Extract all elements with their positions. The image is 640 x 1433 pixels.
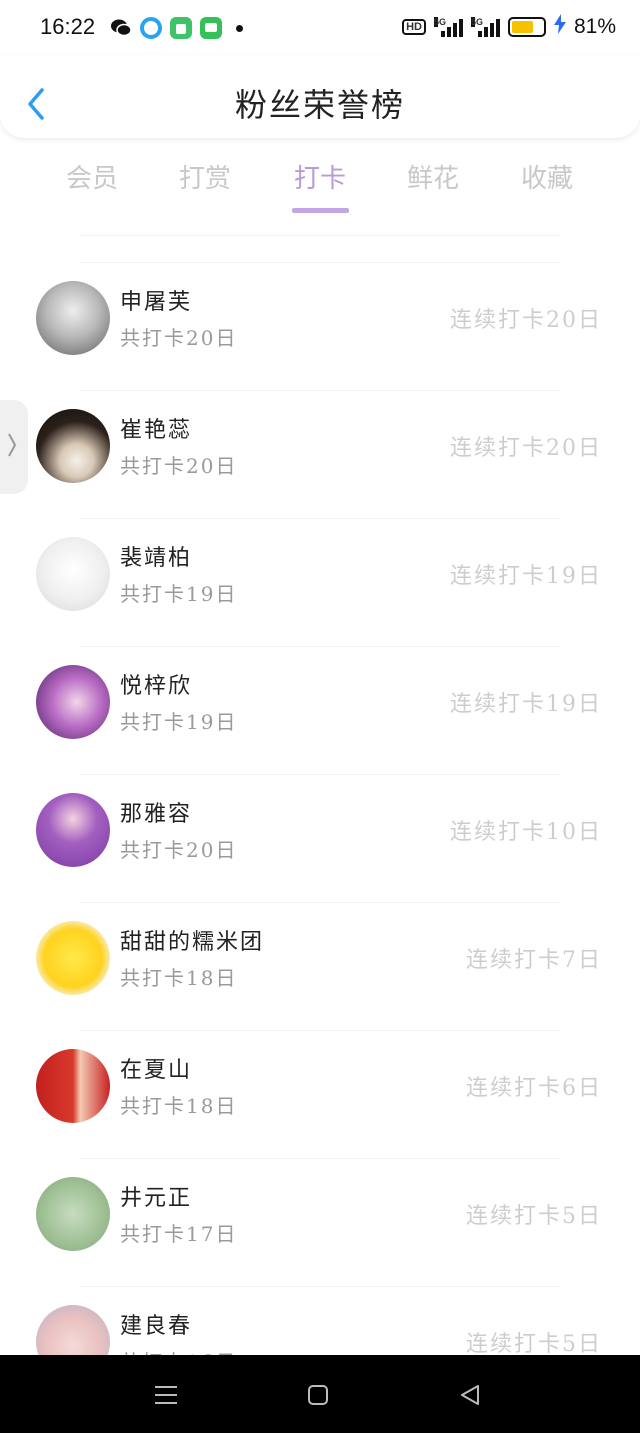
fan-total-checkins: 共打卡18日 bbox=[120, 1094, 238, 1118]
fan-name: 在夏山 bbox=[120, 1058, 193, 1083]
fan-total-checkins: 共打卡19日 bbox=[120, 710, 238, 734]
row-divider bbox=[80, 1030, 560, 1031]
fan-streak: 连续打卡20日 bbox=[450, 308, 602, 333]
fan-streak: 连续打卡10日 bbox=[450, 820, 602, 845]
avatar[interactable] bbox=[36, 1049, 110, 1123]
charging-icon bbox=[553, 14, 566, 39]
back-nav-button[interactable] bbox=[450, 1377, 490, 1413]
fan-name: 申屠芙 bbox=[120, 290, 193, 315]
row-divider bbox=[80, 646, 560, 647]
fan-total-checkins: 共打卡20日 bbox=[120, 838, 238, 862]
signal-label: 5G bbox=[470, 16, 483, 27]
avatar[interactable] bbox=[36, 921, 110, 995]
fan-name: 那雅容 bbox=[120, 802, 193, 827]
more-notifications-dot bbox=[236, 24, 243, 32]
fan-streak: 连续打卡5日 bbox=[466, 1332, 602, 1357]
avatar[interactable] bbox=[36, 409, 110, 483]
back-icon bbox=[461, 1385, 479, 1405]
status-time: 16:22 bbox=[40, 14, 96, 39]
row-divider bbox=[80, 1286, 560, 1287]
status-right: HD 5G 5G 81% bbox=[402, 14, 616, 39]
fan-name: 悦梓欣 bbox=[120, 674, 193, 699]
avatar[interactable] bbox=[36, 665, 110, 739]
row-divider bbox=[80, 390, 560, 391]
battery-percent: 81% bbox=[573, 14, 616, 38]
fan-streak: 连续打卡7日 bbox=[466, 948, 602, 973]
list-item[interactable]: 井元正 共打卡17日 连续打卡5日 bbox=[0, 1158, 640, 1286]
tab-bar: 会员 打赏 打卡 鲜花 收藏 bbox=[0, 150, 640, 220]
list-item[interactable]: 甜甜的糯米团 共打卡18日 连续打卡7日 bbox=[0, 902, 640, 1030]
header-bar: 粉丝荣誉榜 bbox=[0, 56, 640, 138]
list-item[interactable]: 那雅容 共打卡20日 连续打卡10日 bbox=[0, 774, 640, 902]
fan-streak: 连续打卡5日 bbox=[466, 1204, 602, 1229]
fan-name: 甜甜的糯米团 bbox=[120, 930, 265, 955]
page-title: 粉丝荣誉榜 bbox=[234, 86, 405, 124]
signal-icon-1: 5G bbox=[433, 16, 463, 37]
avatar[interactable] bbox=[36, 537, 110, 611]
row-divider bbox=[80, 902, 560, 903]
fan-total-checkins: 共打卡20日 bbox=[120, 326, 238, 350]
row-divider bbox=[80, 518, 560, 519]
home-button[interactable] bbox=[298, 1377, 338, 1413]
active-tab-indicator bbox=[292, 208, 349, 213]
fan-total-checkins: 共打卡19日 bbox=[120, 582, 238, 606]
fan-streak: 连续打卡20日 bbox=[450, 436, 602, 461]
system-nav-bar bbox=[0, 1355, 640, 1433]
fan-streak: 连续打卡19日 bbox=[450, 564, 602, 589]
signal-label: 5G bbox=[433, 16, 446, 27]
row-divider bbox=[80, 262, 560, 263]
hd-voice-icon: HD bbox=[402, 18, 426, 35]
fan-name: 井元正 bbox=[120, 1186, 193, 1211]
tab-membership[interactable]: 会员 bbox=[42, 158, 142, 195]
notification-icons bbox=[110, 17, 243, 39]
list-item[interactable]: 悦梓欣 共打卡19日 连续打卡19日 bbox=[0, 646, 640, 774]
list-item[interactable]: 裴靖柏 共打卡19日 连续打卡19日 bbox=[0, 518, 640, 646]
browser-icon bbox=[140, 17, 162, 39]
battery-fill bbox=[511, 20, 533, 33]
row-divider bbox=[80, 1158, 560, 1159]
avatar[interactable] bbox=[36, 281, 110, 355]
fan-total-checkins: 共打卡18日 bbox=[120, 966, 238, 990]
menu-icon bbox=[155, 1386, 177, 1404]
fan-total-checkins: 共打卡20日 bbox=[120, 454, 238, 478]
avatar[interactable] bbox=[36, 793, 110, 867]
avatar[interactable] bbox=[36, 1177, 110, 1251]
status-bar: 16:22 HD 5G 5G 81% bbox=[0, 0, 640, 56]
tab-tips[interactable]: 打赏 bbox=[155, 158, 255, 195]
fan-name: 裴靖柏 bbox=[120, 546, 193, 571]
row-divider bbox=[80, 774, 560, 775]
list-item[interactable]: 崔艳蕊 共打卡20日 连续打卡20日 bbox=[0, 390, 640, 518]
tab-checkin[interactable]: 打卡 bbox=[270, 158, 370, 195]
wechat-icon bbox=[110, 17, 132, 39]
menu-button[interactable] bbox=[146, 1377, 186, 1413]
tab-flowers[interactable]: 鲜花 bbox=[383, 158, 483, 195]
signal-icon-2: 5G bbox=[470, 16, 500, 37]
battery-icon bbox=[507, 16, 546, 37]
fan-streak: 连续打卡6日 bbox=[466, 1076, 602, 1101]
fan-list: 申屠芙 共打卡20日 连续打卡20日 崔艳蕊 共打卡20日 连续打卡20日 裴靖… bbox=[0, 262, 640, 1414]
messages-icon bbox=[200, 17, 222, 39]
fan-total-checkins: 共打卡17日 bbox=[120, 1222, 238, 1246]
fan-streak: 连续打卡19日 bbox=[450, 692, 602, 717]
fan-name: 建良春 bbox=[120, 1314, 193, 1339]
tabs-divider bbox=[80, 235, 560, 236]
home-icon bbox=[308, 1385, 328, 1405]
fan-name: 崔艳蕊 bbox=[120, 418, 193, 443]
list-item[interactable]: 在夏山 共打卡18日 连续打卡6日 bbox=[0, 1030, 640, 1158]
app-store-icon bbox=[170, 17, 192, 39]
list-item[interactable]: 申屠芙 共打卡20日 连续打卡20日 bbox=[0, 262, 640, 390]
tab-favorites[interactable]: 收藏 bbox=[497, 158, 597, 195]
